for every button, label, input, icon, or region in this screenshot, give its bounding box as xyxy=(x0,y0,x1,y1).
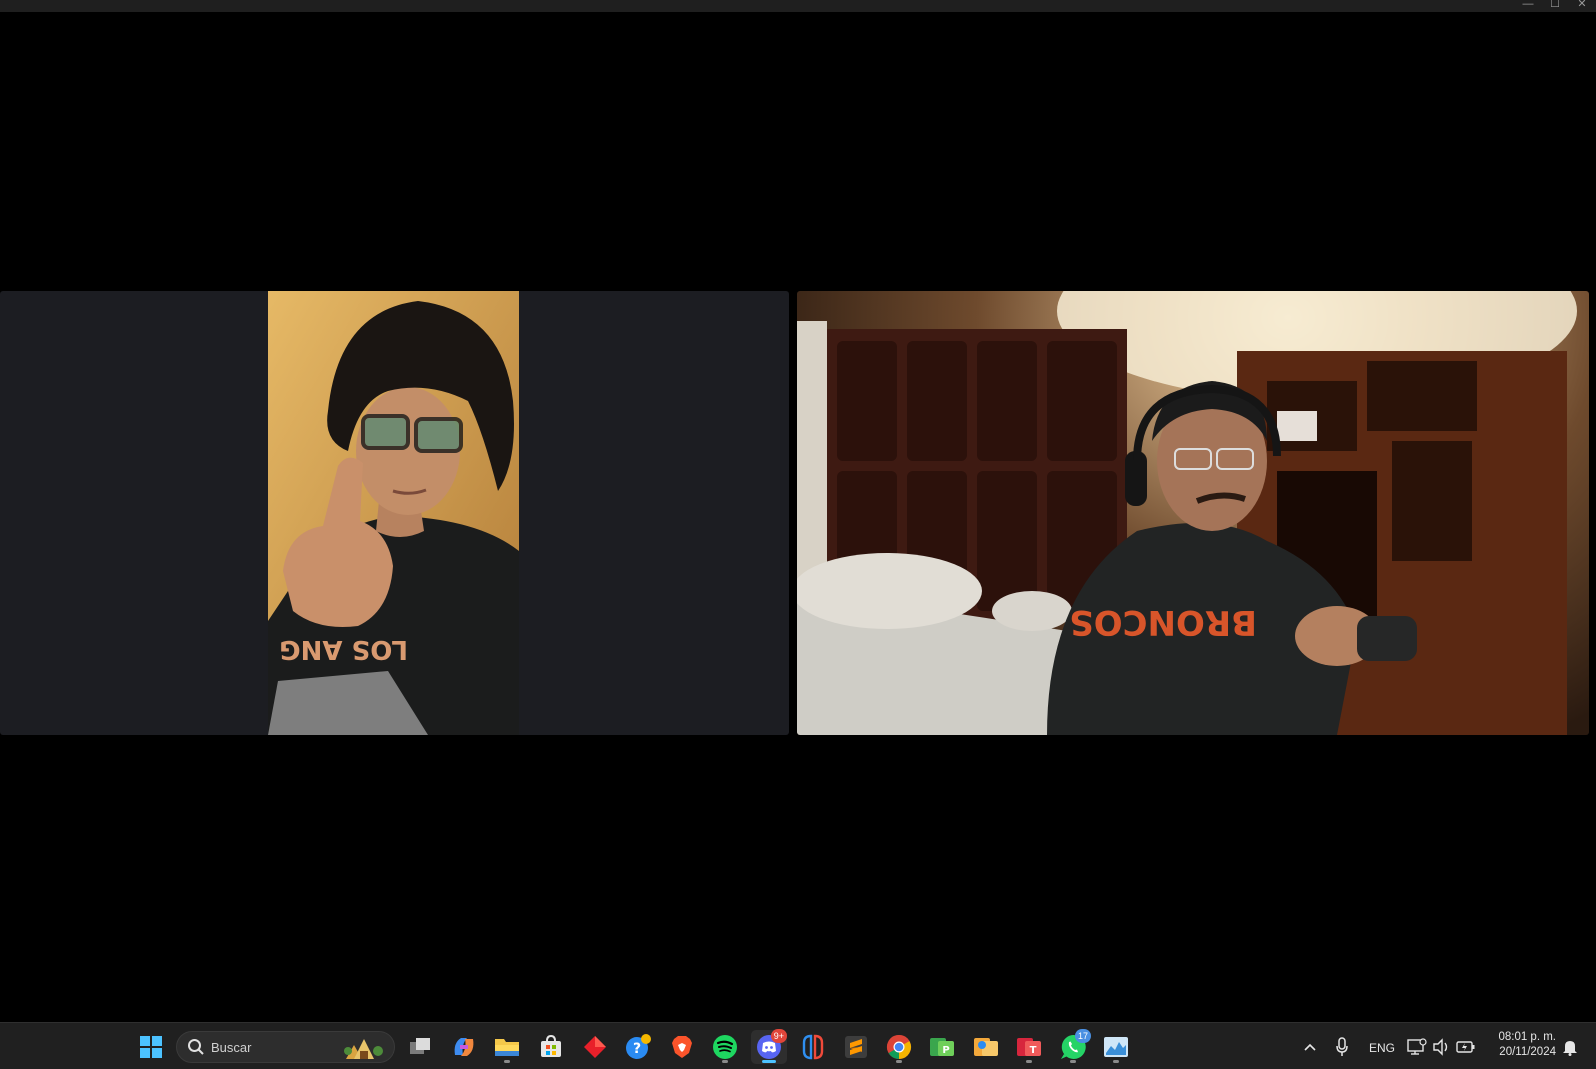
notifications-button[interactable] xyxy=(1560,1037,1580,1057)
get-help-button[interactable]: ? xyxy=(620,1030,656,1064)
running-indicator xyxy=(722,1060,728,1063)
brave-icon xyxy=(672,1036,692,1058)
red-diamond-app-button[interactable] xyxy=(577,1030,613,1064)
start-button[interactable] xyxy=(133,1030,169,1064)
minimize-button[interactable]: — xyxy=(1518,0,1538,12)
whatsapp-notification-badge: 17 xyxy=(1074,1029,1091,1043)
copilot-button[interactable] xyxy=(446,1030,482,1064)
microphone-button[interactable] xyxy=(1332,1037,1352,1057)
network-button[interactable] xyxy=(1407,1037,1427,1057)
sublime-button[interactable] xyxy=(838,1030,874,1064)
brave-button[interactable] xyxy=(664,1030,700,1064)
svg-text:T: T xyxy=(1030,1045,1037,1056)
spotify-icon xyxy=(713,1035,737,1059)
participant-tile-1[interactable]: LOS ANG xyxy=(0,291,789,735)
red-diamond-icon xyxy=(584,1036,606,1058)
volume-button[interactable] xyxy=(1431,1037,1451,1057)
chrome-button[interactable] xyxy=(881,1030,917,1064)
search-icon xyxy=(188,1039,204,1055)
svg-text:BRONCOS: BRONCOS xyxy=(1069,602,1257,642)
clock[interactable]: 08:01 p. m. 20/11/2024 xyxy=(1486,1031,1556,1058)
orange-app-icon xyxy=(974,1038,998,1056)
task-manager-icon xyxy=(1104,1037,1128,1057)
video-call-window: — ☐ ✕ LOS ANG BRONCOS xyxy=(0,0,1596,1022)
bell-icon xyxy=(1563,1041,1577,1056)
search-highlight-icon xyxy=(344,1039,383,1059)
discord-button[interactable]: 9+ xyxy=(751,1029,787,1064)
task-manager-button[interactable] xyxy=(1098,1030,1134,1064)
whatsapp-button[interactable]: 17 xyxy=(1055,1029,1091,1064)
running-indicator xyxy=(1070,1060,1076,1063)
network-icon xyxy=(1407,1038,1427,1055)
taskbar-search[interactable]: Buscar xyxy=(176,1031,395,1063)
running-indicator xyxy=(896,1060,902,1063)
participant-tile-2[interactable]: BRONCOS xyxy=(797,291,1589,735)
sublime-icon xyxy=(845,1036,867,1058)
green-app-button[interactable]: P xyxy=(924,1030,960,1064)
task-view-button[interactable] xyxy=(402,1030,438,1064)
orange-app-button[interactable] xyxy=(968,1030,1004,1064)
game-app-button[interactable] xyxy=(795,1030,831,1064)
task-view-icon xyxy=(410,1038,430,1054)
participant-video-1: LOS ANG xyxy=(268,291,519,735)
running-indicator xyxy=(1026,1060,1032,1063)
running-indicator xyxy=(1113,1060,1119,1063)
title-bar: — ☐ ✕ xyxy=(0,0,1596,12)
switch-controller-icon xyxy=(802,1034,824,1060)
discord-notification-badge: 9+ xyxy=(770,1029,787,1043)
store-icon xyxy=(541,1035,561,1057)
help-icon: ? xyxy=(626,1034,651,1059)
participant-2-video-frame: BRONCOS xyxy=(797,291,1577,735)
spotify-button[interactable] xyxy=(707,1030,743,1064)
folder-icon xyxy=(495,1039,519,1056)
close-button[interactable]: ✕ xyxy=(1572,0,1592,12)
windows-start-icon xyxy=(140,1036,162,1058)
svg-text:P: P xyxy=(942,1045,949,1056)
red-app-icon: T xyxy=(1017,1038,1041,1056)
maximize-button[interactable]: ☐ xyxy=(1545,0,1565,12)
running-indicator xyxy=(504,1060,510,1063)
taskbar: Buscar ? 9+ P T 17 ENG 08:01 p. m. 20/11… xyxy=(0,1022,1596,1069)
store-button[interactable] xyxy=(533,1030,569,1064)
battery-button[interactable] xyxy=(1456,1037,1476,1057)
copilot-icon xyxy=(454,1038,474,1056)
svg-text:?: ? xyxy=(633,1041,641,1057)
chevron-up-icon xyxy=(1304,1043,1316,1051)
chrome-icon xyxy=(886,1035,912,1059)
active-indicator xyxy=(762,1060,776,1063)
green-project-icon: P xyxy=(930,1038,954,1056)
show-hidden-icons-button[interactable] xyxy=(1300,1037,1320,1057)
participant-1-video-frame: LOS ANG xyxy=(268,291,519,735)
speaker-icon xyxy=(1433,1038,1448,1056)
red-app-button[interactable]: T xyxy=(1011,1030,1047,1064)
svg-text:LOS ANG: LOS ANG xyxy=(279,634,408,664)
clock-time: 08:01 p. m. xyxy=(1498,1031,1556,1043)
participant-video-2: BRONCOS xyxy=(797,291,1589,735)
battery-charging-icon xyxy=(1456,1041,1475,1053)
search-placeholder: Buscar xyxy=(211,1039,252,1055)
file-explorer-button[interactable] xyxy=(489,1030,525,1064)
clock-date: 20/11/2024 xyxy=(1499,1046,1556,1058)
microphone-icon xyxy=(1336,1037,1348,1056)
input-language[interactable]: ENG xyxy=(1369,1041,1395,1055)
